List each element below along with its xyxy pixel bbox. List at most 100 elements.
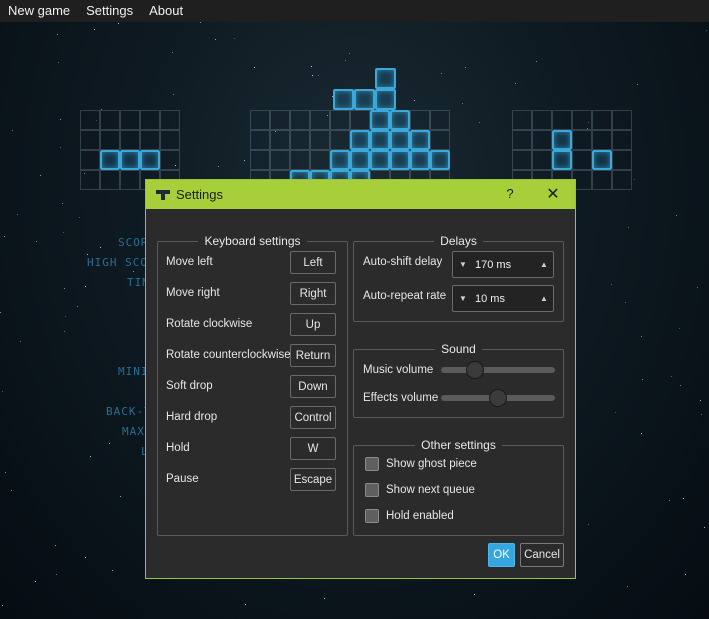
star	[173, 94, 174, 95]
menu-bar: New game Settings About	[0, 0, 709, 22]
auto-shift-spinbox[interactable]: ▼ 170 ms ▲	[452, 251, 554, 278]
help-button[interactable]: ?	[503, 186, 517, 201]
star	[58, 62, 59, 63]
star	[615, 412, 616, 413]
auto-repeat-spinbox[interactable]: ▼ 10 ms ▲	[452, 285, 554, 312]
hold-enabled-label[interactable]: Hold enabled	[386, 510, 454, 522]
board-cell	[310, 110, 330, 130]
right-board	[512, 110, 632, 190]
board-cell	[370, 130, 390, 150]
other-settings-title: Other settings	[415, 438, 502, 452]
star	[79, 217, 80, 218]
star	[11, 490, 12, 491]
board-cell	[120, 170, 140, 190]
key-binding-button[interactable]: Up	[290, 313, 336, 336]
menu-settings[interactable]: Settings	[78, 0, 141, 22]
board-cell	[100, 170, 120, 190]
star	[20, 341, 21, 342]
show-ghost-piece-checkbox[interactable]: Show ghost piece	[365, 457, 477, 471]
star	[706, 30, 707, 31]
board-cell	[430, 150, 450, 170]
close-button[interactable]: ✕	[545, 184, 561, 204]
star	[704, 527, 705, 528]
show-ghost-piece-label[interactable]: Show ghost piece	[386, 458, 477, 470]
effects-volume-slider[interactable]	[441, 389, 555, 407]
star	[245, 604, 246, 605]
star	[4, 236, 5, 237]
music-volume-slider[interactable]	[441, 361, 555, 379]
spin-up-icon[interactable]: ▲	[537, 294, 551, 303]
menu-new-game[interactable]: New game	[0, 0, 78, 22]
cancel-button[interactable]: Cancel	[520, 543, 564, 567]
board-cell	[410, 150, 430, 170]
board-cell	[140, 130, 160, 150]
menu-about[interactable]: About	[141, 0, 191, 22]
auto-repeat-value[interactable]: 10 ms	[471, 293, 537, 305]
star	[218, 166, 219, 167]
auto-shift-label: Auto-shift delay	[363, 256, 443, 268]
key-binding-button[interactable]: Control	[290, 406, 336, 429]
board-cell	[612, 130, 632, 150]
star	[90, 456, 91, 457]
checkbox-box[interactable]	[365, 483, 379, 497]
board-cell	[512, 110, 532, 130]
mini-label: MINI	[118, 365, 149, 378]
star	[5, 472, 6, 473]
star	[109, 443, 110, 444]
spin-down-icon[interactable]: ▼	[455, 260, 471, 269]
key-binding-button[interactable]: Left	[290, 251, 336, 274]
star	[94, 29, 95, 30]
key-binding-button[interactable]: Down	[290, 375, 336, 398]
star	[324, 598, 325, 599]
board-cell	[390, 130, 410, 150]
board-cell	[410, 130, 430, 150]
show-next-queue-checkbox[interactable]: Show next queue	[365, 483, 475, 497]
dialog-title: Settings	[176, 187, 223, 202]
effects-volume-handle[interactable]	[489, 389, 507, 407]
key-action-label: Pause	[166, 473, 199, 485]
board-cell	[370, 150, 390, 170]
key-action-label: Move right	[166, 287, 220, 299]
checkbox-box[interactable]	[365, 509, 379, 523]
left-board	[80, 110, 180, 190]
star	[62, 203, 63, 204]
star	[100, 247, 101, 248]
star	[700, 400, 701, 401]
star	[683, 498, 684, 499]
board-cell	[592, 150, 612, 170]
auto-repeat-label: Auto-repeat rate	[363, 290, 447, 302]
star	[36, 241, 37, 242]
board-cell	[375, 68, 396, 89]
board-cell	[310, 130, 330, 150]
key-action-label: Rotate clockwise	[166, 318, 253, 330]
ok-button[interactable]: OK	[488, 543, 515, 567]
dialog-titlebar[interactable]: Settings ? ✕	[146, 180, 575, 209]
board-cell	[612, 170, 632, 190]
key-binding-button[interactable]: Right	[290, 282, 336, 305]
board-cell	[333, 89, 354, 110]
board-cell	[512, 150, 532, 170]
star	[345, 60, 346, 61]
board-cell	[120, 130, 140, 150]
spin-down-icon[interactable]: ▼	[455, 294, 471, 303]
key-binding-button[interactable]: W	[290, 437, 336, 460]
settings-dialog: Settings ? ✕ Keyboard settings Delays Au…	[145, 179, 576, 579]
checkbox-box[interactable]	[365, 457, 379, 471]
board-cell	[120, 110, 140, 130]
hold-enabled-checkbox[interactable]: Hold enabled	[365, 509, 454, 523]
board-cell	[250, 150, 270, 170]
star	[40, 175, 41, 176]
auto-shift-value[interactable]: 170 ms	[471, 259, 537, 271]
board-cell	[140, 150, 160, 170]
music-volume-label: Music volume	[363, 364, 434, 376]
show-next-queue-label[interactable]: Show next queue	[386, 484, 475, 496]
spin-up-icon[interactable]: ▲	[537, 260, 551, 269]
tetris-app-icon	[156, 189, 170, 200]
star	[515, 83, 516, 84]
key-action-label: Hard drop	[166, 411, 218, 423]
star	[588, 524, 589, 525]
key-binding-button[interactable]: Return	[290, 344, 336, 367]
star	[56, 574, 57, 575]
board-cell	[250, 130, 270, 150]
key-binding-button[interactable]: Escape	[290, 468, 336, 491]
